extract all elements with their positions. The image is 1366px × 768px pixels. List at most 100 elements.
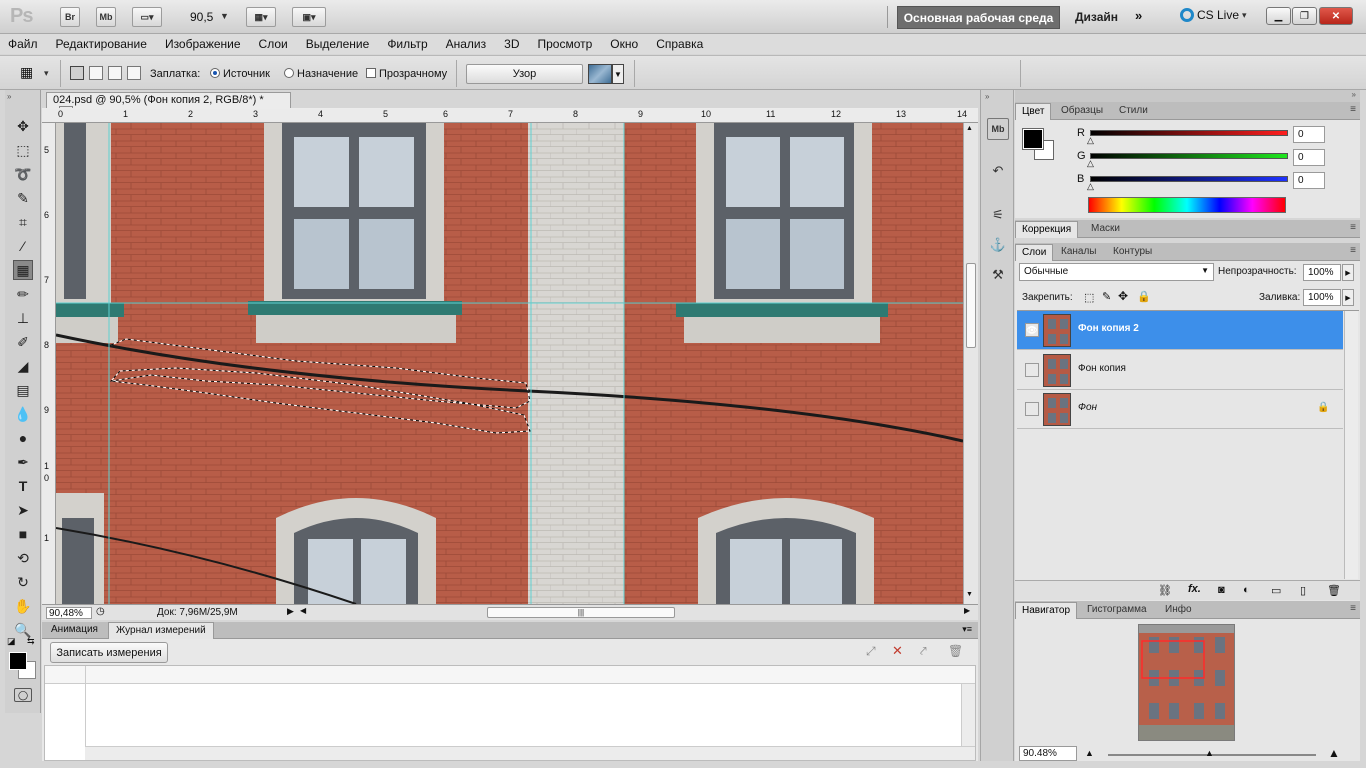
document-canvas[interactable] — [56, 123, 963, 604]
zoom-slider-thumb[interactable]: ▲ — [1205, 748, 1214, 758]
menu-analysis[interactable]: Анализ — [446, 37, 487, 51]
panel-menu-icon[interactable]: ≡ — [1350, 222, 1356, 233]
panel-menu-icon[interactable]: ≡ — [1350, 104, 1356, 115]
menu-3d[interactable]: 3D — [504, 37, 519, 51]
slider-thumb-icon[interactable]: △ — [1087, 158, 1094, 169]
fill-field[interactable]: 100% — [1303, 289, 1341, 306]
scroll-thumb[interactable] — [966, 263, 976, 348]
collapse-toolbox-icon[interactable]: » — [7, 92, 11, 101]
clone-source-icon[interactable]: ⚓ — [987, 234, 1009, 256]
slider-thumb-icon[interactable]: △ — [1087, 181, 1094, 192]
zoom-in-icon[interactable]: ▲ — [1328, 746, 1340, 760]
zoom-level[interactable]: 90,5 — [190, 10, 213, 24]
lock-pixels-icon[interactable]: ✎ — [1102, 290, 1111, 303]
patch-tool-preset-icon[interactable]: ▦ — [20, 64, 42, 82]
vertical-scrollbar[interactable]: ▲ ▼ — [963, 123, 978, 604]
red-value[interactable]: 0 — [1293, 126, 1325, 143]
scroll-down-icon[interactable]: ▼ — [966, 591, 973, 598]
panel-menu-icon[interactable]: ≡ — [1350, 245, 1356, 256]
pen-tool-icon[interactable]: ✒ — [13, 452, 33, 472]
swap-colors-icon[interactable]: ⇆ — [27, 636, 35, 647]
close-window-button[interactable]: ✕ — [1319, 7, 1353, 25]
delete-layer-icon[interactable]: 🗑 — [1327, 584, 1341, 597]
pattern-swatch[interactable] — [588, 64, 612, 84]
status-icon[interactable]: ◷ — [96, 606, 105, 617]
hand-tool-icon[interactable]: ✋ — [13, 596, 33, 616]
zoom-out-icon[interactable]: ▲ — [1085, 748, 1094, 758]
lock-position-icon[interactable]: ✥ — [1118, 289, 1128, 303]
minimize-window-button[interactable]: ▁ — [1266, 7, 1291, 25]
layer-row-background[interactable]: Фон 🔒 — [1017, 390, 1343, 429]
menu-image[interactable]: Изображение — [165, 37, 241, 51]
quick-select-tool-icon[interactable]: ✎ — [13, 188, 33, 208]
transparent-checkbox[interactable]: Прозрачному — [366, 68, 447, 80]
arrange-documents-button[interactable]: ▦ ▾ — [246, 7, 276, 27]
intersect-selection-icon[interactable] — [127, 66, 141, 80]
tab-swatches[interactable]: Образцы — [1055, 103, 1109, 120]
color-spectrum-ramp[interactable] — [1088, 197, 1286, 213]
panel-menu-icon[interactable]: ≡ — [1350, 603, 1356, 614]
navigator-zoom-field[interactable]: 90.48% — [1019, 746, 1077, 761]
tab-navigator[interactable]: Навигатор — [1015, 602, 1078, 619]
color-foreground-swatch[interactable] — [1022, 128, 1044, 150]
tab-info[interactable]: Инфо — [1159, 602, 1198, 619]
move-tool-icon[interactable]: ✥ — [13, 116, 33, 136]
menu-help[interactable]: Справка — [656, 37, 703, 51]
green-value[interactable]: 0 — [1293, 149, 1325, 166]
export-measurements-icon[interactable]: ⤤ — [920, 644, 927, 659]
mini-bridge-button[interactable]: Mb — [96, 7, 116, 27]
menu-window[interactable]: Окно — [610, 37, 638, 51]
tab-color[interactable]: Цвет — [1015, 103, 1052, 120]
tab-measurement-log[interactable]: Журнал измерений — [108, 622, 214, 639]
slider-thumb-icon[interactable]: △ — [1087, 135, 1094, 146]
brush-presets-icon[interactable]: ⚟ — [987, 204, 1009, 226]
layer-style-icon[interactable]: fx. — [1188, 583, 1201, 595]
blur-tool-icon[interactable]: 💧 — [13, 404, 33, 424]
lasso-tool-icon[interactable]: ➰ — [13, 164, 33, 184]
bridge-button[interactable]: Br — [60, 7, 80, 27]
workspace-design-button[interactable]: Дизайн — [1075, 10, 1118, 24]
eraser-tool-icon[interactable]: ◢ — [13, 356, 33, 376]
cs-live-button[interactable]: CS Live ▾ — [1180, 8, 1247, 22]
screen-mode-button[interactable]: ▣ ▾ — [292, 7, 326, 27]
add-selection-icon[interactable] — [89, 66, 103, 80]
clone-stamp-tool-icon[interactable]: ⊥ — [13, 308, 33, 328]
workspace-essentials-button[interactable]: Основная рабочая среда — [897, 6, 1060, 29]
shape-tool-icon[interactable]: ■ — [13, 524, 33, 544]
visibility-toggle[interactable] — [1025, 363, 1039, 377]
tab-masks[interactable]: Маски — [1085, 221, 1126, 238]
delete-measurement-icon[interactable]: 🗑 — [948, 644, 963, 658]
blue-value[interactable]: 0 — [1293, 172, 1325, 189]
scroll-left-icon[interactable]: ◀ — [300, 606, 306, 615]
gradient-tool-icon[interactable]: ▤ — [13, 380, 33, 400]
green-slider[interactable] — [1090, 153, 1288, 159]
history-icon[interactable]: ↶ — [987, 160, 1009, 182]
menu-layer[interactable]: Слои — [259, 37, 288, 51]
tab-channels[interactable]: Каналы — [1055, 244, 1103, 261]
history-brush-tool-icon[interactable]: ✐ — [13, 332, 33, 352]
path-select-tool-icon[interactable]: ➤ — [13, 500, 33, 520]
eyedropper-tool-icon[interactable]: ⁄ — [13, 236, 33, 256]
tab-layers[interactable]: Слои — [1015, 244, 1054, 261]
3d-orbit-tool-icon[interactable]: ↻ — [13, 572, 33, 592]
collapse-panels-icon[interactable]: » — [1352, 90, 1356, 99]
status-menu-icon[interactable]: ▶ — [287, 606, 294, 617]
source-radio[interactable]: Источник — [210, 68, 270, 80]
new-group-icon[interactable]: ▭ — [1271, 584, 1281, 597]
table-horizontal-scrollbar[interactable] — [85, 746, 975, 760]
add-mask-icon[interactable]: ◙ — [1218, 584, 1225, 596]
subtract-selection-icon[interactable] — [108, 66, 122, 80]
record-measurements-button[interactable]: Записать измерения — [50, 642, 168, 663]
opacity-slider-icon[interactable]: ▶ — [1342, 264, 1354, 281]
3d-rotate-tool-icon[interactable]: ⟲ — [13, 548, 33, 568]
zoom-field[interactable]: 90,48% — [46, 607, 92, 619]
scroll-right-icon[interactable]: ▶ — [964, 606, 970, 615]
lock-all-icon[interactable]: 🔒 — [1137, 290, 1151, 303]
tab-adjustments[interactable]: Коррекция — [1015, 221, 1079, 238]
tool-presets-icon[interactable]: ⚒ — [987, 264, 1009, 286]
tab-histogram[interactable]: Гистограмма — [1081, 602, 1153, 619]
type-tool-icon[interactable]: T — [13, 476, 33, 496]
zoom-dropdown-icon[interactable]: ▼ — [220, 11, 229, 21]
view-extras-button[interactable]: ▭ ▾ — [132, 7, 162, 27]
more-workspaces-icon[interactable]: » — [1135, 8, 1142, 23]
